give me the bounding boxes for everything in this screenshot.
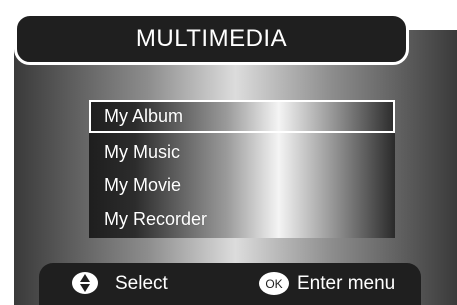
multimedia-screen: MULTIMEDIA My Album My Music My Movie My… [0,0,457,305]
title-bar: MULTIMEDIA [14,13,409,65]
multimedia-menu: My Album My Music My Movie My Recorder [89,100,395,238]
ok-button-icon: OK [259,272,289,295]
menu-item-label: My Movie [104,175,182,195]
help-bar: Select OK Enter menu [39,263,421,305]
page-title: MULTIMEDIA [135,25,288,52]
enter-menu-hint-label: Enter menu [297,273,396,294]
select-hint-label: Select [115,273,168,294]
menu-item-my-recorder[interactable]: My Recorder [89,203,395,236]
menu-item-my-music[interactable]: My Music [89,136,395,169]
menu-item-label: My Album [104,106,184,126]
ok-icon-text: OK [265,276,283,291]
menu-item-label: My Recorder [104,209,208,229]
menu-item-my-movie[interactable]: My Movie [89,169,395,202]
menu-item-my-album[interactable]: My Album [89,100,395,133]
up-down-arrows-icon [72,272,98,294]
menu-item-label: My Music [104,142,180,162]
